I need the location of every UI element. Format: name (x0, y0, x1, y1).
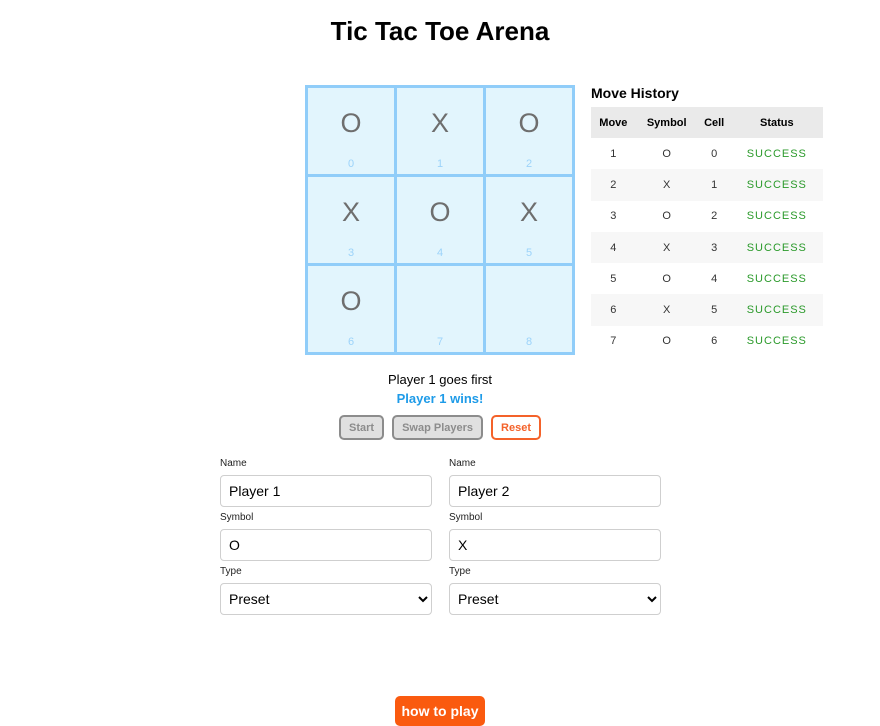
move-status: SUCCESS (746, 147, 807, 160)
table-header-row: Move Symbol Cell Status (591, 107, 823, 138)
table-row: 1 O 0 SUCCESS (591, 138, 823, 169)
board-cell[interactable]: X1 (397, 88, 483, 174)
name-label: Name (220, 458, 247, 469)
move-cell: 0 (711, 147, 718, 160)
board-cell[interactable]: O2 (486, 88, 572, 174)
move-symbol: O (662, 210, 671, 223)
table-row: 7 O 6 SUCCESS (591, 326, 823, 357)
move-status: SUCCESS (746, 210, 807, 223)
cell-index: 7 (436, 336, 444, 348)
cell-index: 0 (347, 158, 355, 170)
player-1-type-select[interactable]: Preset (220, 583, 432, 615)
player-2-name-input[interactable] (449, 475, 661, 507)
move-symbol: X (635, 169, 698, 201)
cell-symbol: O (340, 286, 362, 316)
swap-players-button[interactable]: Swap Players (392, 415, 484, 440)
type-label: Type (449, 566, 471, 577)
reset-button[interactable]: Reset (491, 415, 541, 440)
move-cell: 1 (697, 169, 731, 201)
player-2-symbol-input[interactable] (449, 529, 661, 561)
player-2-type-select[interactable]: Preset (449, 583, 661, 615)
move-symbol: X (635, 231, 698, 264)
move-number: 1 (610, 147, 617, 160)
move-number: 4 (591, 231, 636, 264)
move-number: 6 (591, 294, 636, 326)
move-symbol: O (662, 147, 671, 160)
cell-index: 1 (436, 158, 444, 170)
player-1-symbol-input[interactable] (220, 529, 432, 561)
move-history-title: Move History (591, 85, 679, 101)
start-button[interactable]: Start (339, 415, 385, 440)
move-status: SUCCESS (730, 294, 823, 326)
move-cell: 5 (697, 294, 731, 326)
move-number: 5 (610, 272, 617, 285)
cell-symbol: X (341, 197, 360, 227)
column-header: Status (730, 107, 823, 138)
column-header: Cell (697, 107, 731, 138)
winner-text: Player 1 wins! (396, 391, 484, 406)
move-status: SUCCESS (730, 169, 823, 201)
table-row: 5 O 4 SUCCESS (591, 263, 823, 294)
table-row: 2 X 1 SUCCESS (591, 169, 823, 201)
cell-symbol: X (430, 108, 449, 138)
board-cell[interactable]: X3 (308, 177, 394, 263)
table-row: 6 X 5 SUCCESS (591, 294, 823, 326)
name-label: Name (449, 458, 476, 469)
move-cell: 4 (711, 272, 718, 285)
game-controls: Start Swap Players Reset (0, 415, 880, 440)
cell-index: 2 (525, 158, 533, 170)
player-1-name-input[interactable] (220, 475, 432, 507)
symbol-label: Symbol (449, 512, 483, 523)
move-history-table: Move Symbol Cell Status 1 O 0 SUCCESS 2 X 1 SU… (591, 107, 823, 357)
board-cell[interactable]: O6 (308, 266, 394, 352)
table-row: 3 O 2 SUCCESS (591, 201, 823, 232)
game-board: O0 X1 O2 X3 O4 X5 O6 7 8 (305, 85, 575, 355)
cell-symbol: O (518, 108, 540, 138)
move-cell: 3 (697, 231, 731, 264)
move-symbol: X (635, 294, 698, 326)
move-number: 7 (610, 335, 617, 348)
how-to-play-button[interactable]: how to play (395, 696, 485, 726)
board-cell[interactable]: X5 (486, 177, 572, 263)
cell-symbol: O (340, 108, 362, 138)
cell-symbol: X (519, 197, 538, 227)
move-cell: 6 (711, 335, 718, 348)
column-header: Symbol (635, 107, 698, 138)
move-symbol: O (662, 335, 671, 348)
board-cell[interactable]: 7 (397, 266, 483, 352)
page-title: Tic Tac Toe Arena (330, 16, 550, 46)
player-2-form: Name Symbol Type Preset (449, 458, 661, 620)
move-cell: 2 (711, 210, 718, 223)
first-player-text: Player 1 goes first (387, 372, 493, 387)
cell-index: 5 (525, 247, 533, 259)
symbol-label: Symbol (220, 512, 254, 523)
table-row: 4 X 3 SUCCESS (591, 231, 823, 264)
column-header: Move (591, 107, 636, 138)
cell-symbol: O (429, 197, 451, 227)
board-cell[interactable]: O4 (397, 177, 483, 263)
move-history: Move History Move Symbol Cell Status 1 O 0… (591, 85, 823, 357)
move-number: 3 (610, 210, 617, 223)
board-cell[interactable]: 8 (486, 266, 572, 352)
cell-index: 3 (347, 247, 355, 259)
move-number: 2 (591, 169, 636, 201)
move-status: SUCCESS (746, 272, 807, 285)
move-status: SUCCESS (746, 335, 807, 348)
type-label: Type (220, 566, 242, 577)
cell-index: 8 (525, 336, 533, 348)
move-status: SUCCESS (730, 231, 823, 264)
cell-index: 6 (347, 336, 355, 348)
board-cell[interactable]: O0 (308, 88, 394, 174)
player-1-form: Name Symbol Type Preset (220, 458, 432, 620)
cell-index: 4 (436, 247, 444, 259)
move-symbol: O (662, 272, 671, 285)
